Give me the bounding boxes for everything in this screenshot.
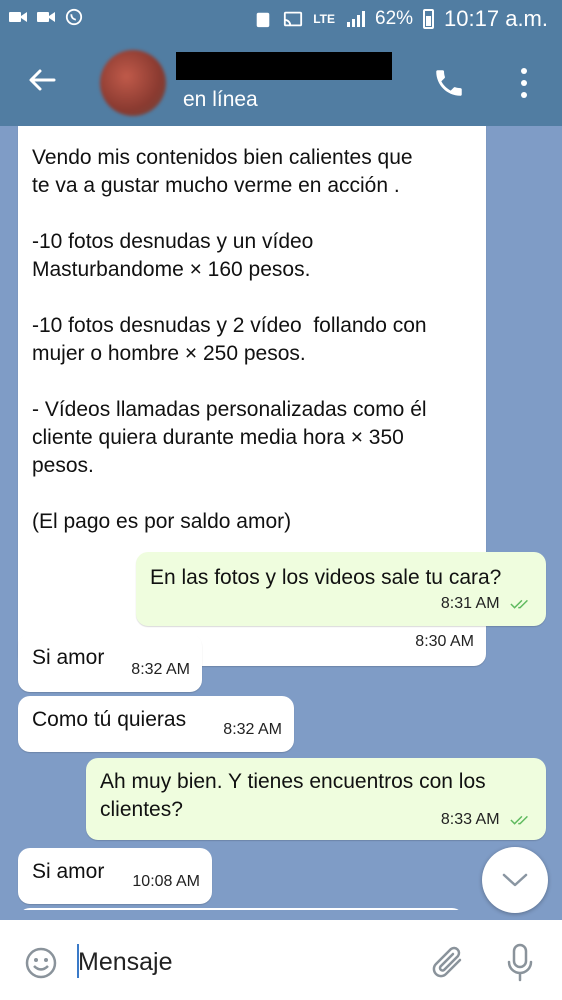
message-outgoing[interactable]: Ah muy bien. Y tienes encuentros con los… <box>86 758 546 840</box>
message-time: 8:33 AM <box>440 811 500 828</box>
message-text: Vendo mis contenidos bien calientes que … <box>32 146 427 533</box>
message-text: Si amor <box>32 860 105 883</box>
video-icon <box>9 12 27 22</box>
message-time: 8:32 AM <box>131 661 190 678</box>
back-arrow-icon[interactable] <box>26 64 58 96</box>
camera-icon <box>37 12 55 22</box>
message-incoming[interactable]: Como tú quieras 8:32 AM <box>18 696 294 752</box>
message-text: Como tú quieras <box>32 708 187 731</box>
message-incoming-partial[interactable] <box>18 908 464 910</box>
recycle-icon <box>256 12 270 28</box>
status-bar: LTE 62% 10:17 a.m. <box>0 0 562 38</box>
clock: 10:17 a.m. <box>444 6 548 31</box>
message-meta: 8:31 AM <box>441 590 532 618</box>
message-input[interactable] <box>78 942 408 982</box>
message-time: 8:30 AM <box>415 633 474 650</box>
message-incoming[interactable]: Si amor 8:32 AM <box>18 634 202 692</box>
composer <box>0 920 562 1000</box>
message-meta: 8:33 AM <box>441 806 532 834</box>
double-check-icon <box>510 599 528 609</box>
phone-icon[interactable] <box>432 66 466 100</box>
emoji-icon[interactable] <box>24 946 58 980</box>
chat-header: en línea <box>0 38 562 126</box>
message-time: 10:08 AM <box>132 873 200 890</box>
message-list[interactable]: Vendo mis contenidos bien calientes que … <box>0 126 562 910</box>
attach-icon[interactable] <box>430 942 468 984</box>
chevron-down-icon <box>502 873 528 887</box>
signal-icon <box>347 11 366 27</box>
microphone-icon[interactable] <box>505 942 535 984</box>
whatsapp-icon <box>65 8 83 26</box>
network-type: LTE <box>313 12 336 26</box>
contact-name-redacted[interactable] <box>176 52 392 80</box>
battery-icon <box>423 9 435 29</box>
contact-status: en línea <box>183 88 258 111</box>
cast-icon <box>284 11 303 27</box>
double-check-icon <box>510 815 528 825</box>
message-time: 8:31 AM <box>440 595 500 612</box>
scroll-down-button[interactable] <box>482 847 548 913</box>
message-time: 8:32 AM <box>223 721 282 738</box>
message-incoming[interactable]: Si amor 10:08 AM <box>18 848 212 904</box>
message-outgoing[interactable]: En las fotos y los videos sale tu cara? … <box>136 552 546 626</box>
battery-percent: 62% <box>375 8 414 29</box>
more-vertical-icon[interactable] <box>514 68 534 98</box>
avatar[interactable] <box>100 50 166 116</box>
message-text: Si amor <box>32 646 105 669</box>
message-text: En las fotos y los videos sale tu cara? <box>150 566 502 589</box>
